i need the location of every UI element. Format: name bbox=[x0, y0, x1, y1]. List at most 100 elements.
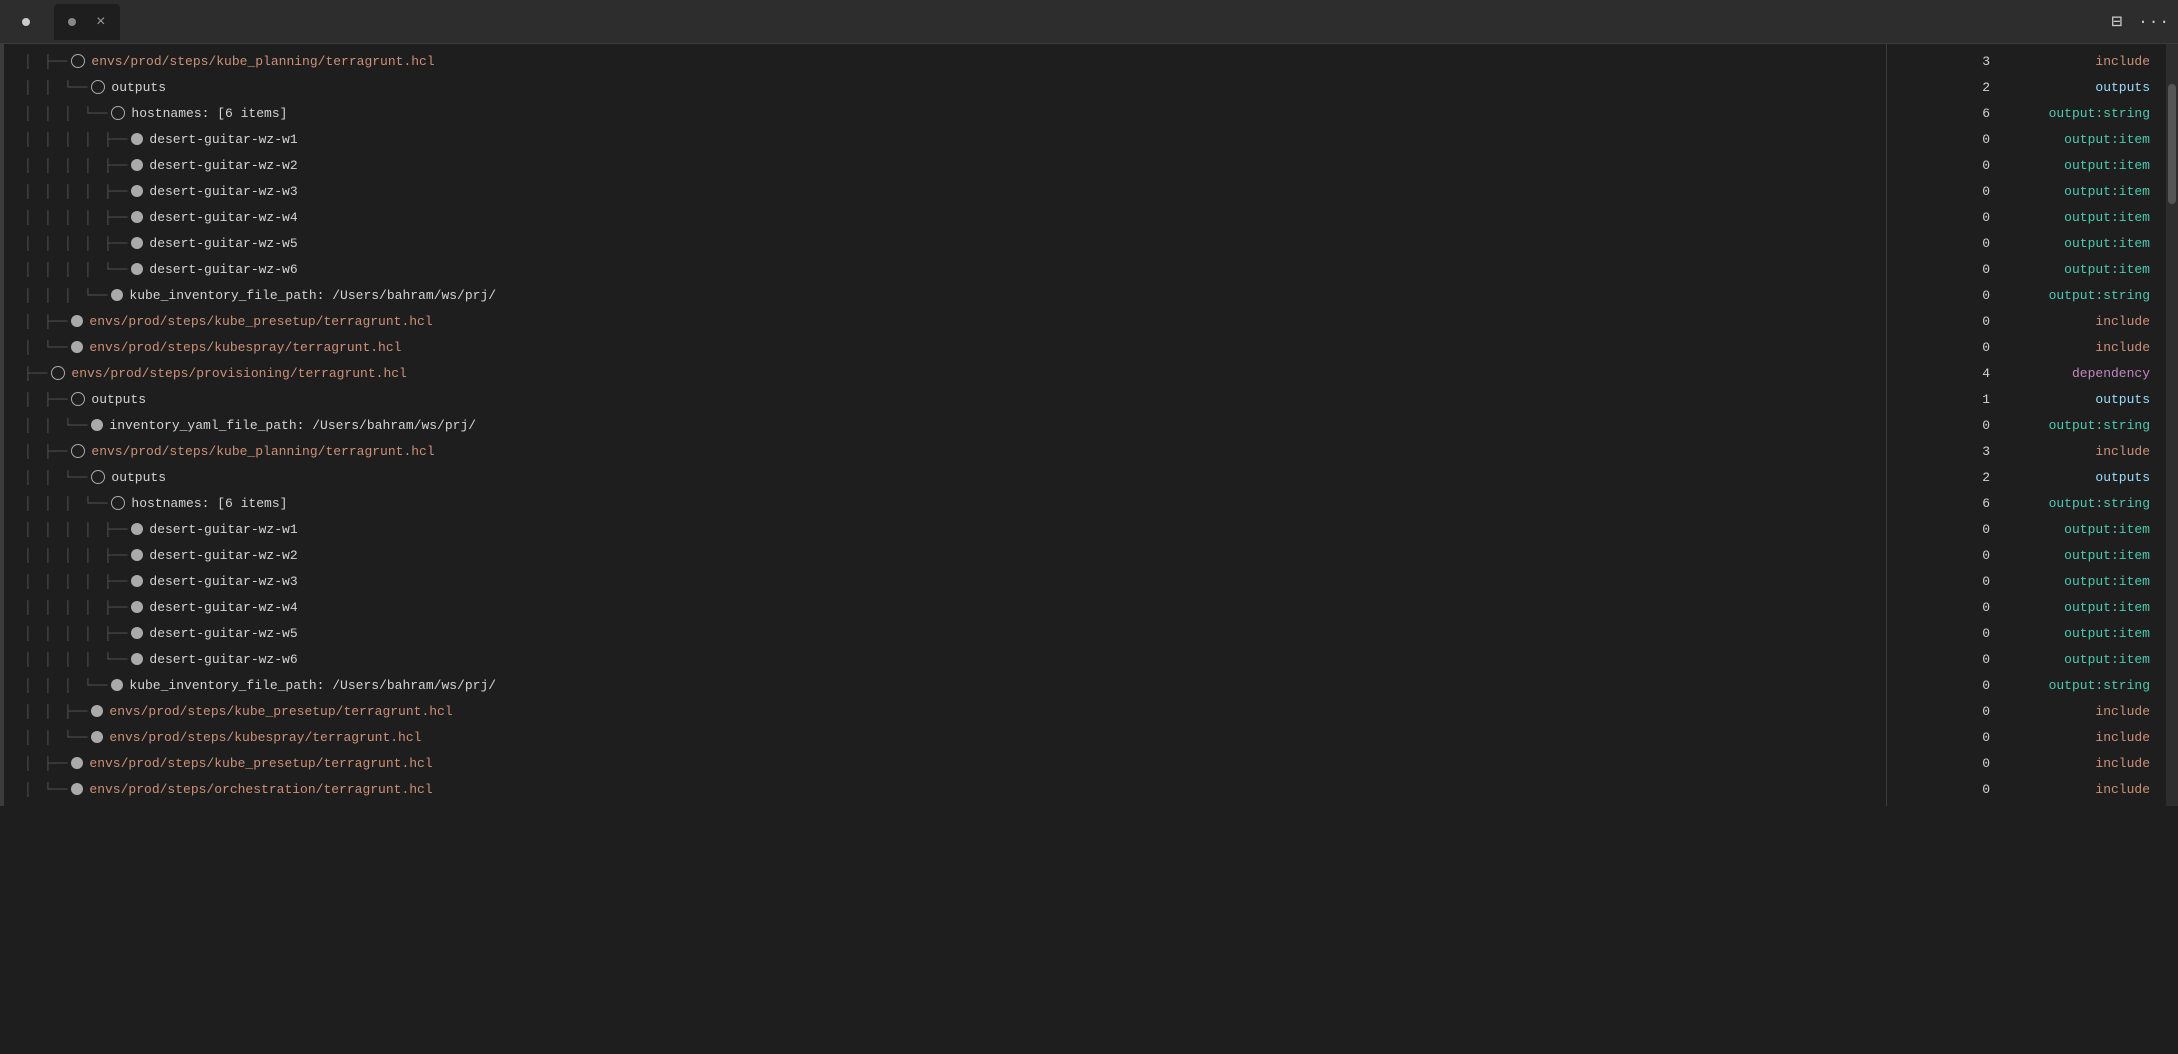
node-label: envs/prod/steps/kube_presetup/terragrunt… bbox=[89, 756, 432, 771]
tree-row[interactable]: ││││├──desert-guitar-wz-w5 bbox=[4, 620, 1886, 646]
tree-row[interactable]: ││├──envs/prod/steps/kube_presetup/terra… bbox=[4, 698, 1886, 724]
indent-4: │ bbox=[84, 522, 104, 537]
tree-row[interactable]: │││└──kube_inventory_file_path: /Users/b… bbox=[4, 282, 1886, 308]
indent-3: │ bbox=[64, 522, 84, 537]
indent-2: │ bbox=[44, 522, 64, 537]
tree-row[interactable]: │││└──hostnames: [6 items] bbox=[4, 490, 1886, 516]
indent-4: │ bbox=[84, 132, 104, 147]
tree-row[interactable]: │└──envs/prod/steps/kubespray/terragrunt… bbox=[4, 334, 1886, 360]
scrollbar-thumb[interactable] bbox=[2168, 84, 2176, 204]
tree-row[interactable]: │├──outputs bbox=[4, 386, 1886, 412]
indent-3: │ bbox=[64, 652, 84, 667]
right-row: 0output:item bbox=[1887, 620, 2166, 646]
tree-row[interactable]: ││││├──desert-guitar-wz-w5 bbox=[4, 230, 1886, 256]
right-row: 0include bbox=[1887, 308, 2166, 334]
node-type: outputs bbox=[2030, 392, 2150, 407]
node-type: include bbox=[2030, 340, 2150, 355]
tree-row[interactable]: ││││├──desert-guitar-wz-w3 bbox=[4, 178, 1886, 204]
scrollbar-track[interactable] bbox=[2166, 44, 2178, 806]
dependency-count: 0 bbox=[1960, 574, 1990, 589]
tree-row[interactable]: │││└──kube_inventory_file_path: /Users/b… bbox=[4, 672, 1886, 698]
node-circle-filled bbox=[131, 185, 143, 197]
indent-1: │ bbox=[24, 236, 44, 251]
indent-2: │ bbox=[44, 418, 64, 433]
tab-tree[interactable]: × bbox=[54, 4, 120, 40]
node-type: include bbox=[2030, 782, 2150, 797]
more-actions-icon[interactable]: ··· bbox=[2138, 13, 2170, 31]
tree-row[interactable]: ││││├──desert-guitar-wz-w3 bbox=[4, 568, 1886, 594]
indent-3: │ bbox=[64, 678, 84, 693]
dependency-count: 1 bbox=[1960, 392, 1990, 407]
tree-row[interactable]: │├──envs/prod/steps/kube_presetup/terrag… bbox=[4, 750, 1886, 776]
tree-row[interactable]: ││││└──desert-guitar-wz-w6 bbox=[4, 256, 1886, 282]
indent-2: │ bbox=[44, 210, 64, 225]
indent-3: │ bbox=[64, 158, 84, 173]
node-circle-filled bbox=[71, 783, 83, 795]
split-editor-icon[interactable]: ⊟ bbox=[2111, 11, 2122, 33]
right-row: 0output:item bbox=[1887, 594, 2166, 620]
indent-3: │ bbox=[64, 496, 84, 511]
indent-3: │ bbox=[64, 262, 84, 277]
tab-hcl[interactable] bbox=[8, 4, 52, 40]
tree-row[interactable]: ││└──outputs bbox=[4, 74, 1886, 100]
dependency-count: 0 bbox=[1960, 210, 1990, 225]
tree-row[interactable]: ││└──inventory_yaml_file_path: /Users/ba… bbox=[4, 412, 1886, 438]
node-label: outputs bbox=[111, 470, 166, 485]
tree-row[interactable]: ││└──envs/prod/steps/kubespray/terragrun… bbox=[4, 724, 1886, 750]
tree-connector: ├── bbox=[44, 392, 67, 407]
tree-row[interactable]: │└──envs/prod/steps/orchestration/terrag… bbox=[4, 776, 1886, 802]
node-label: kube_inventory_file_path: /Users/bahram/… bbox=[129, 288, 496, 303]
app-window: × ⊟ ··· │├──envs/prod/steps/kube_plannin… bbox=[0, 0, 2178, 806]
node-type: output:string bbox=[2030, 678, 2150, 693]
right-row: 4dependency bbox=[1887, 360, 2166, 386]
tree-row[interactable]: ││││├──desert-guitar-wz-w1 bbox=[4, 126, 1886, 152]
indent-1: │ bbox=[24, 496, 44, 511]
tree-row[interactable]: │├──envs/prod/steps/kube_presetup/terrag… bbox=[4, 308, 1886, 334]
close-icon[interactable]: × bbox=[96, 13, 106, 31]
node-type: output:string bbox=[2030, 418, 2150, 433]
node-type: include bbox=[2030, 756, 2150, 771]
node-label: envs/prod/steps/kube_presetup/terragrunt… bbox=[109, 704, 452, 719]
tree-row[interactable]: ├──envs/prod/steps/provisioning/terragru… bbox=[4, 360, 1886, 386]
node-type: output:item bbox=[2030, 522, 2150, 537]
tree-row[interactable]: ││││├──desert-guitar-wz-w1 bbox=[4, 516, 1886, 542]
indent-1: │ bbox=[24, 626, 44, 641]
tree-row[interactable]: ││││└──desert-guitar-wz-w6 bbox=[4, 646, 1886, 672]
tree-connector: ├── bbox=[104, 210, 127, 225]
right-row: 3include bbox=[1887, 48, 2166, 74]
tree-row[interactable]: ││││├──desert-guitar-wz-w2 bbox=[4, 542, 1886, 568]
tree-row[interactable]: │├──envs/prod/steps/kube_planning/terrag… bbox=[4, 48, 1886, 74]
tree-row[interactable]: ││││├──desert-guitar-wz-w4 bbox=[4, 204, 1886, 230]
tree-row[interactable]: │││└──hostnames: [6 items] bbox=[4, 100, 1886, 126]
node-label: desert-guitar-wz-w4 bbox=[149, 600, 297, 615]
node-type: output:item bbox=[2030, 652, 2150, 667]
tree-row[interactable]: │├──envs/prod/steps/kube_planning/terrag… bbox=[4, 438, 1886, 464]
right-row: 0output:item bbox=[1887, 204, 2166, 230]
dependency-count: 2 bbox=[1960, 470, 1990, 485]
dependency-count: 2 bbox=[1960, 80, 1990, 95]
indent-2: │ bbox=[44, 652, 64, 667]
dependency-count: 0 bbox=[1960, 132, 1990, 147]
right-row: 0output:string bbox=[1887, 412, 2166, 438]
indent-4: │ bbox=[84, 184, 104, 199]
node-circle-open bbox=[111, 496, 125, 510]
tree-row[interactable]: ││││├──desert-guitar-wz-w4 bbox=[4, 594, 1886, 620]
indent-1: │ bbox=[24, 652, 44, 667]
node-circle-open bbox=[111, 106, 125, 120]
indent-4: │ bbox=[84, 262, 104, 277]
tree-row[interactable]: ││││├──desert-guitar-wz-w2 bbox=[4, 152, 1886, 178]
node-circle-filled bbox=[91, 705, 103, 717]
tree-connector: └── bbox=[84, 288, 107, 303]
indent-1: │ bbox=[24, 418, 44, 433]
right-row: 0output:string bbox=[1887, 282, 2166, 308]
node-type: include bbox=[2030, 730, 2150, 745]
tree-connector: └── bbox=[64, 418, 87, 433]
indent-1: │ bbox=[24, 782, 44, 797]
node-label: hostnames: [6 items] bbox=[131, 496, 287, 511]
indent-4: │ bbox=[84, 600, 104, 615]
indent-2: │ bbox=[44, 600, 64, 615]
tree-panel[interactable]: │├──envs/prod/steps/kube_planning/terrag… bbox=[4, 44, 1886, 806]
tree-row[interactable]: ││└──outputs bbox=[4, 464, 1886, 490]
dependency-count: 0 bbox=[1960, 548, 1990, 563]
node-circle-filled bbox=[131, 159, 143, 171]
